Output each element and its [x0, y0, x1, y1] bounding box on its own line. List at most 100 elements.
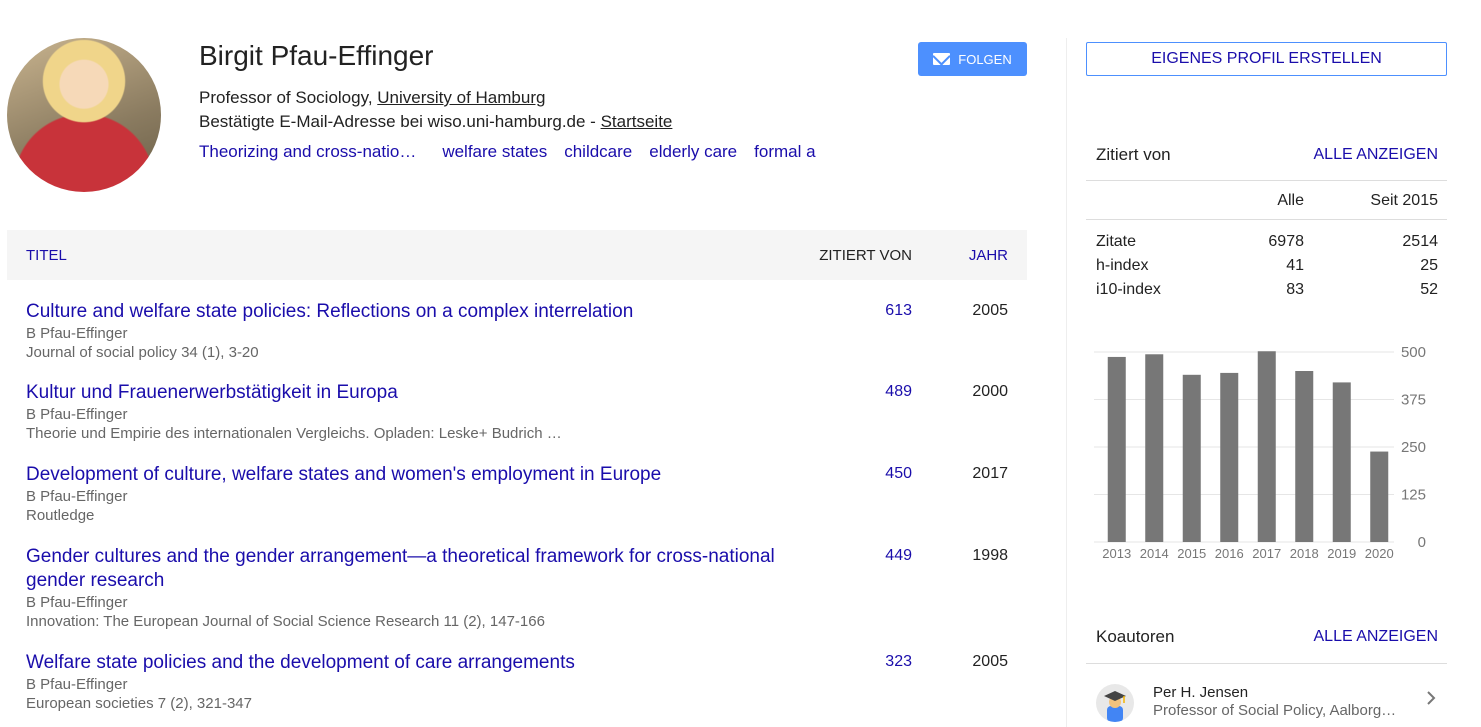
article-year: 2005 [972, 653, 1008, 670]
stats-key[interactable]: Zitate [1096, 233, 1136, 251]
article-year: 1998 [972, 547, 1008, 564]
article-cites[interactable]: 489 [870, 383, 912, 401]
sort-by-title[interactable]: TITEL [26, 247, 67, 264]
sort-by-cited[interactable]: ZITIERT VON [819, 247, 912, 264]
profile-name: Birgit Pfau-Effinger [199, 40, 434, 71]
mail-icon [933, 53, 951, 65]
follow-label: FOLGEN [958, 51, 1012, 67]
article-authors: B Pfau-Effinger [26, 488, 128, 505]
article-cites[interactable]: 323 [870, 653, 912, 671]
bar [1145, 354, 1164, 542]
affiliation-link[interactable]: University of Hamburg [377, 88, 545, 107]
stats-row: Zitate 6978 2514 [1086, 230, 1447, 254]
article-authors: B Pfau-Effinger [26, 406, 128, 423]
bar [1295, 371, 1314, 542]
coauthor-avatar [1096, 684, 1134, 722]
stats-since: 2514 [1402, 233, 1438, 250]
article-authors: B Pfau-Effinger [26, 676, 128, 693]
article-venue: Innovation: The European Journal of Soci… [26, 613, 545, 630]
interest-link[interactable]: formal a [754, 142, 815, 161]
articles-table-header: TITEL ZITIERT VON JAHR [7, 230, 1027, 280]
stats-key[interactable]: i10-index [1096, 281, 1161, 299]
column-divider [1066, 38, 1067, 727]
stats-header: Alle Seit 2015 [1086, 181, 1447, 220]
x-tick-label: 2015 [1177, 546, 1206, 561]
stats-col-since: Seit 2015 [1370, 192, 1438, 209]
profile-affiliation: Professor of Sociology, University of Ha… [199, 88, 545, 108]
article-title[interactable]: Development of culture, welfare states a… [26, 463, 796, 487]
interest-link[interactable]: childcare [564, 142, 632, 161]
y-tick-label: 125 [1401, 487, 1426, 504]
coauthor-name: Per H. Jensen [1153, 684, 1249, 701]
graduate-icon [1104, 691, 1126, 722]
x-tick-label: 2020 [1365, 546, 1394, 561]
article-row: Welfare state policies and the developme… [26, 651, 1016, 713]
bar [1220, 372, 1239, 542]
article-cites[interactable]: 613 [870, 302, 912, 320]
stats-all: 6978 [1268, 233, 1304, 250]
interest-link[interactable]: Theorizing and cross-natio… [199, 142, 416, 161]
stats-row: i10-index 83 52 [1086, 278, 1447, 302]
article-venue: Journal of social policy 34 (1), 3-20 [26, 344, 259, 361]
x-tick-label: 2016 [1215, 546, 1244, 561]
bar [1332, 382, 1351, 542]
x-tick-label: 2017 [1252, 546, 1281, 561]
stats-since: 25 [1420, 257, 1438, 274]
stats-all: 41 [1286, 257, 1304, 274]
article-title[interactable]: Culture and welfare state policies: Refl… [26, 300, 796, 324]
stats-col-all: Alle [1277, 192, 1304, 209]
x-tick-label: 2013 [1102, 546, 1131, 561]
citations-per-year-chart: 0 125 250 375 500 2013 2014 2015 2016 2017 2018 201… [1094, 344, 1426, 561]
x-tick-label: 2014 [1140, 546, 1169, 561]
coauthor-affiliation: Professor of Social Policy, Aalborg Univ… [1153, 702, 1398, 719]
create-profile-button[interactable]: EIGENES PROFIL ERSTELLEN [1086, 42, 1447, 76]
profile-photo [7, 38, 161, 192]
cited-by-show-all[interactable]: ALLE ANZEIGEN [1314, 146, 1439, 164]
stats-key[interactable]: h-index [1096, 257, 1148, 275]
cited-by-header: Zitiert von ALLE ANZEIGEN [1086, 142, 1447, 181]
affiliation-prefix: Professor of Sociology, [199, 88, 378, 107]
article-venue: Routledge [26, 507, 95, 524]
chevron-right-icon [1427, 691, 1436, 705]
y-tick-label: 375 [1401, 392, 1426, 409]
bar [1370, 451, 1389, 542]
bar [1257, 351, 1276, 542]
interest-link[interactable]: elderly care [649, 142, 737, 161]
article-row: Development of culture, welfare states a… [26, 463, 1016, 525]
bar [1182, 374, 1201, 542]
article-title[interactable]: Kultur und Frauenerwerbstätigkeit in Eur… [26, 381, 796, 405]
research-interests: Theorizing and cross-natio… welfare state… [199, 142, 864, 162]
y-tick-label: 250 [1401, 439, 1426, 456]
y-tick-label: 0 [1418, 534, 1426, 551]
coauthors-show-all[interactable]: ALLE ANZEIGEN [1314, 628, 1439, 646]
cited-by-title: Zitiert von [1096, 145, 1171, 164]
stats-all: 83 [1286, 281, 1304, 298]
article-authors: B Pfau-Effinger [26, 325, 128, 342]
coauthors-header: Koautoren ALLE ANZEIGEN [1086, 626, 1447, 664]
article-year: 2000 [972, 383, 1008, 400]
article-row: Kultur und Frauenerwerbstätigkeit in Eur… [26, 381, 1016, 443]
article-venue: Theorie und Empirie des internationalen … [26, 425, 562, 442]
article-venue: European societies 7 (2), 321-347 [26, 695, 252, 712]
article-year: 2005 [972, 302, 1008, 319]
article-title[interactable]: Gender cultures and the gender arrangeme… [26, 545, 796, 593]
article-title[interactable]: Welfare state policies and the developme… [26, 651, 796, 675]
bar [1107, 356, 1126, 542]
article-row: Culture and welfare state policies: Refl… [26, 300, 1016, 362]
stats-since: 52 [1420, 281, 1438, 298]
y-tick-label: 500 [1401, 344, 1426, 361]
article-authors: B Pfau-Effinger [26, 594, 128, 611]
coauthor-item[interactable]: Per H. Jensen Professor of Social Policy… [1086, 676, 1447, 727]
coauthors-title: Koautoren [1096, 627, 1175, 646]
article-cites[interactable]: 449 [870, 547, 912, 565]
homepage-link[interactable]: Startseite [601, 112, 673, 131]
email-text: Bestätigte E-Mail-Adresse bei wiso.uni-h… [199, 112, 601, 131]
follow-button[interactable]: FOLGEN [918, 42, 1027, 76]
profile-email: Bestätigte E-Mail-Adresse bei wiso.uni-h… [199, 112, 672, 132]
x-tick-label: 2018 [1290, 546, 1319, 561]
article-year: 2017 [972, 465, 1008, 482]
sort-by-year[interactable]: JAHR [969, 247, 1008, 264]
article-cites[interactable]: 450 [870, 465, 912, 483]
x-tick-label: 2019 [1327, 546, 1356, 561]
interest-link[interactable]: welfare states [442, 142, 547, 161]
